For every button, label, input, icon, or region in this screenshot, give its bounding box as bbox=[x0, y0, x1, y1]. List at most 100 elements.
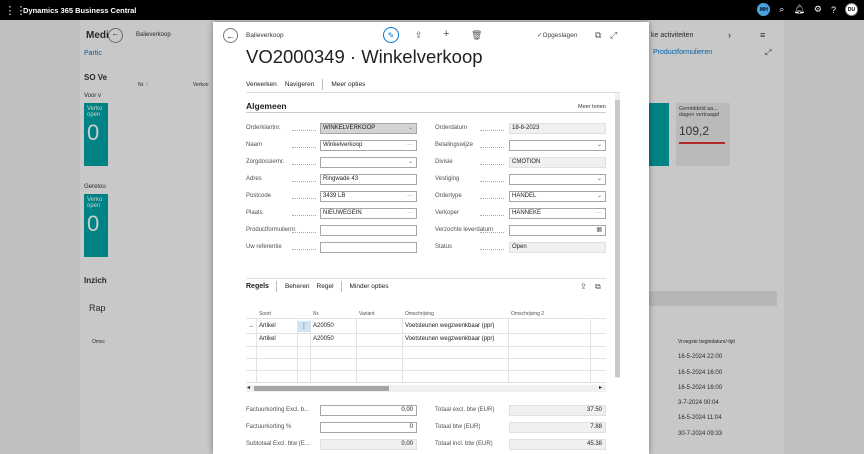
row-menu-icon[interactable]: ⋮ bbox=[298, 321, 310, 332]
total-label: Totaal excl. btw (EUR) bbox=[435, 407, 495, 413]
breadcrumb[interactable]: Balieverkoop bbox=[246, 32, 284, 39]
cell-omschrijving[interactable]: Voetsteunen wegzwenkbaar (ppr) bbox=[405, 336, 494, 342]
cell-soort[interactable]: Artikel bbox=[259, 323, 276, 329]
total-label: Factuurkorting % bbox=[246, 424, 292, 430]
field-input[interactable]: ⌄ bbox=[509, 174, 606, 185]
top-bar: ⋮⋮⋮ Dynamics 365 Business Central MH ⌕ 🔔… bbox=[0, 0, 864, 20]
dotted-leader bbox=[480, 232, 504, 233]
field-label: Status bbox=[435, 244, 453, 250]
column-header[interactable]: Soort bbox=[259, 311, 271, 317]
dotted-leader bbox=[480, 249, 504, 250]
field-input[interactable]: Ringwade 43 bbox=[320, 174, 417, 185]
total-label: Factuurkorting Excl. b... bbox=[246, 407, 310, 413]
dotted-leader bbox=[292, 198, 316, 199]
edit-button[interactable]: ✎ bbox=[383, 27, 399, 43]
scroll-left-icon[interactable]: ◂ bbox=[247, 384, 250, 391]
show-more-link[interactable]: Meer tonen bbox=[578, 104, 606, 110]
bell-icon[interactable]: 🔔︎ bbox=[793, 4, 804, 15]
column-header[interactable]: Nr. bbox=[313, 311, 319, 317]
section-title[interactable]: Algemeen bbox=[246, 101, 287, 111]
field-input[interactable]: Winkelverkoop ··· bbox=[320, 140, 417, 151]
cell-omschrijving[interactable]: Voetsteunen wegzwenkbaar (ppr) bbox=[405, 323, 494, 329]
total-label: Totaal incl. btw (EUR) bbox=[435, 441, 493, 447]
grid-line bbox=[310, 319, 311, 382]
help-icon[interactable]: ? bbox=[831, 5, 836, 15]
total-input[interactable]: 0 bbox=[320, 422, 417, 433]
lines-action-beheren[interactable]: Beheren bbox=[285, 283, 310, 290]
dotted-leader bbox=[480, 215, 504, 216]
pencil-icon: ✎ bbox=[387, 30, 395, 40]
field-suffix-icon[interactable]: ··· bbox=[596, 209, 602, 218]
dotted-leader bbox=[292, 130, 316, 131]
total-input: 0.00 bbox=[320, 439, 417, 450]
field-input[interactable]: NIEUWEGEIN ··· bbox=[320, 208, 417, 219]
field-input[interactable]: HANNEKE ··· bbox=[509, 208, 606, 219]
cell-nr[interactable]: A20050 bbox=[313, 323, 334, 329]
add-icon[interactable]: + bbox=[443, 28, 449, 40]
field-suffix-icon[interactable]: ⌄ bbox=[597, 192, 602, 201]
total-input[interactable]: 0.00 bbox=[320, 405, 417, 416]
open-new-window-icon[interactable]: ⧉ bbox=[595, 30, 601, 41]
collapse-icon[interactable]: ⤢ bbox=[610, 30, 617, 41]
field-suffix-icon[interactable]: ··· bbox=[407, 141, 413, 150]
scroll-right-icon[interactable]: ▸ bbox=[599, 384, 602, 391]
lines-toolbar: Regels Beheren Regel Minder opties bbox=[246, 278, 606, 294]
field-label: Naam bbox=[246, 142, 263, 148]
field-suffix-icon[interactable]: ⌄ bbox=[597, 141, 602, 150]
field-value: 3439 LB bbox=[323, 193, 346, 199]
field-input[interactable] bbox=[320, 225, 417, 236]
avatar[interactable]: MH bbox=[757, 3, 771, 16]
divider bbox=[322, 78, 324, 90]
delete-icon[interactable]: 🗑︎ bbox=[471, 30, 482, 41]
share-icon[interactable]: ⇪ bbox=[580, 282, 587, 291]
field-input[interactable]: ⌄ bbox=[509, 140, 606, 151]
share-icon[interactable]: ⇪ bbox=[415, 30, 423, 41]
cell-soort[interactable]: Artikel bbox=[259, 336, 276, 342]
lines-title[interactable]: Regels bbox=[246, 283, 269, 290]
grid-line bbox=[246, 346, 606, 347]
user-avatar[interactable]: DU bbox=[845, 3, 858, 16]
cell-nr[interactable]: A20050 bbox=[313, 336, 334, 342]
back-button[interactable]: ← bbox=[223, 28, 238, 43]
lines-action-regel[interactable]: Regel bbox=[317, 283, 334, 290]
search-icon[interactable]: ⌕ bbox=[779, 4, 784, 15]
column-header[interactable]: Omschrijving 2 bbox=[511, 311, 544, 317]
field-label: Zorgdossiernr. bbox=[246, 159, 285, 165]
field-value: CMOTION bbox=[512, 159, 541, 165]
action-navigeren[interactable]: Navigeren bbox=[285, 81, 315, 88]
field-input[interactable]: WINKELVERKOOP ⌄ bbox=[320, 123, 417, 134]
dotted-leader bbox=[292, 232, 316, 233]
scrollbar-thumb[interactable] bbox=[615, 100, 620, 377]
dotted-leader bbox=[292, 249, 316, 250]
dotted-leader bbox=[480, 130, 504, 131]
expand-icon[interactable]: ⧉ bbox=[595, 282, 601, 292]
field-value: WINKELVERKOOP bbox=[323, 125, 376, 131]
field-input[interactable]: ▦ bbox=[509, 225, 606, 236]
field-suffix-icon[interactable]: ⌄ bbox=[597, 175, 602, 184]
app-launcher-icon[interactable]: ⋮⋮⋮ bbox=[0, 0, 27, 20]
field-input[interactable]: ⌄ bbox=[320, 157, 417, 168]
field-input[interactable] bbox=[320, 242, 417, 253]
dotted-leader bbox=[480, 164, 504, 165]
scrollbar-thumb[interactable] bbox=[254, 386, 389, 391]
app-name[interactable]: Dynamics 365 Business Central bbox=[23, 6, 136, 15]
grid-line bbox=[246, 333, 606, 334]
field-input[interactable]: 3439 LB ··· bbox=[320, 191, 417, 202]
total-value: 45.38 bbox=[509, 439, 606, 450]
field-suffix-icon[interactable]: ⌄ bbox=[408, 158, 413, 167]
column-header[interactable]: Omschrijving bbox=[405, 311, 434, 317]
action-verwerken[interactable]: Verwerken bbox=[246, 81, 277, 88]
field-suffix-icon[interactable]: ⌄ bbox=[408, 124, 413, 133]
divider bbox=[246, 112, 606, 113]
field-input[interactable]: HANDEL ⌄ bbox=[509, 191, 606, 202]
column-header[interactable]: Variant bbox=[359, 311, 374, 317]
field-suffix-icon[interactable]: ··· bbox=[407, 209, 413, 218]
field-suffix-icon[interactable]: ··· bbox=[407, 192, 413, 201]
field-suffix-icon[interactable]: ▦ bbox=[596, 226, 602, 235]
gear-icon[interactable]: ⚙ bbox=[814, 4, 822, 15]
action-meer-opties[interactable]: Meer opties bbox=[331, 81, 365, 88]
grid-line bbox=[246, 370, 606, 371]
lines-action-minder-opties[interactable]: Minder opties bbox=[350, 283, 389, 290]
row-indicator-icon: → bbox=[248, 323, 254, 329]
field-label: Orderklantnr. bbox=[246, 125, 281, 131]
